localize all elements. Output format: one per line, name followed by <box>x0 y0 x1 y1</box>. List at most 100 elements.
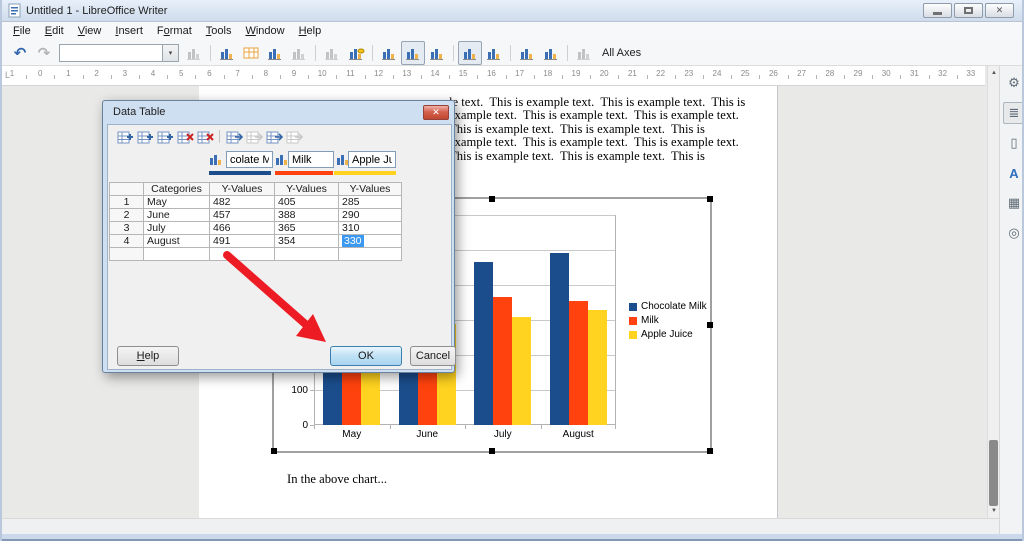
x-axis-icon[interactable] <box>515 41 539 65</box>
horizontal-grids-icon[interactable] <box>263 41 287 65</box>
value-cell[interactable]: 290 <box>338 208 402 222</box>
move-row-up-icon[interactable] <box>266 128 283 145</box>
value-cell[interactable]: 466 <box>209 221 275 235</box>
menu-view[interactable]: View <box>71 23 109 39</box>
data-table-icon[interactable] <box>239 41 263 65</box>
menu-window[interactable]: Window <box>238 23 291 39</box>
y-axis-icon[interactable] <box>539 41 563 65</box>
y-grid-icon[interactable] <box>482 41 506 65</box>
settings-gear-icon[interactable]: ⚙ <box>1003 72 1022 94</box>
row-number[interactable]: 3 <box>109 221 144 235</box>
empty-cell[interactable] <box>143 247 210 261</box>
series-name-input[interactable] <box>226 151 273 168</box>
minimize-button[interactable] <box>923 3 952 18</box>
selection-handle[interactable] <box>489 196 495 202</box>
page-icon[interactable]: ▯ <box>1003 132 1022 154</box>
gallery-icon[interactable]: ▦ <box>1003 192 1022 214</box>
insert-text-column-icon[interactable] <box>157 128 174 145</box>
empty-cell[interactable] <box>209 247 275 261</box>
delete-series-icon[interactable] <box>197 128 214 145</box>
horizontal-scrollbar-strip[interactable] <box>2 518 999 534</box>
chart-caption-text: In the above chart... <box>287 472 388 486</box>
toolbar-separator <box>453 44 454 61</box>
move-series-right-icon <box>246 128 263 145</box>
row-number[interactable]: 1 <box>109 195 144 209</box>
category-cell[interactable]: June <box>143 208 210 222</box>
text-line: example text. This is example text. This… <box>449 108 739 123</box>
text-line: le text. This is example text. This is e… <box>449 95 746 109</box>
navigator-icon[interactable]: ◎ <box>1003 222 1022 244</box>
delete-row-icon[interactable] <box>177 128 194 145</box>
category-cell[interactable]: May <box>143 195 210 209</box>
move-series-left-icon[interactable] <box>226 128 243 145</box>
axes-icon[interactable] <box>377 41 401 65</box>
value-cell[interactable]: 388 <box>274 208 339 222</box>
series-name-input[interactable] <box>288 151 334 168</box>
maximize-button[interactable] <box>954 3 983 18</box>
properties-icon[interactable]: ≣ <box>1003 102 1022 124</box>
insert-row-icon[interactable] <box>117 128 134 145</box>
row-number[interactable]: 2 <box>109 208 144 222</box>
empty-cell[interactable] <box>109 247 144 261</box>
value-cell[interactable]: 482 <box>209 195 275 209</box>
selection-handle[interactable] <box>707 196 713 202</box>
selection-handle[interactable] <box>489 448 495 454</box>
axes-descriptions-icon[interactable] <box>401 40 425 65</box>
value-cell[interactable]: 457 <box>209 208 275 222</box>
empty-cell[interactable] <box>338 247 402 261</box>
selection-handle[interactable] <box>707 448 713 454</box>
format-selection-icon <box>182 41 206 65</box>
combo-dropdown-icon[interactable]: ▾ <box>162 44 178 61</box>
category-cell[interactable]: July <box>143 221 210 235</box>
series-name-input[interactable] <box>348 151 396 168</box>
toolbar-separator <box>567 44 568 61</box>
value-cell[interactable]: 354 <box>274 234 339 248</box>
redo-icon[interactable]: ↷ <box>32 41 56 65</box>
menubar: File Edit View Insert Format Tools Window Help <box>2 22 1022 40</box>
selected-cell-value[interactable]: 330 <box>342 235 364 247</box>
x-grid-icon[interactable] <box>458 40 482 65</box>
series-chart-icon <box>275 153 289 169</box>
help-button[interactable]: Help <box>117 346 179 366</box>
chart-type-icon[interactable] <box>215 41 239 65</box>
axes-titles-icon[interactable] <box>425 41 449 65</box>
row-number[interactable]: 4 <box>109 234 144 248</box>
value-cell[interactable]: 330 <box>338 234 402 248</box>
legend-swatch <box>629 303 637 311</box>
close-window-button[interactable]: ✕ <box>985 3 1014 18</box>
bar-milk-july <box>493 297 513 425</box>
value-cell[interactable]: 405 <box>274 195 339 209</box>
value-cell[interactable]: 310 <box>338 221 402 235</box>
menu-help[interactable]: Help <box>292 23 329 39</box>
titles-icon <box>320 41 344 65</box>
menu-edit[interactable]: Edit <box>38 23 71 39</box>
menu-tools[interactable]: Tools <box>199 23 239 39</box>
application-window: Untitled 1 - LibreOffice Writer ✕ File Ed… <box>0 0 1024 541</box>
chart-element-combo[interactable]: ▾ <box>59 43 179 62</box>
value-cell[interactable]: 285 <box>338 195 402 209</box>
ok-button[interactable]: OK <box>330 346 402 366</box>
empty-cell[interactable] <box>274 247 339 261</box>
legend-icon[interactable] <box>344 41 368 65</box>
menu-insert[interactable]: Insert <box>108 23 150 39</box>
dialog-close-icon[interactable]: ✕ <box>423 105 449 120</box>
ruler-number: 24 <box>712 69 722 78</box>
ruler-number: 21 <box>627 69 637 78</box>
scrollbar-thumb[interactable] <box>989 440 998 506</box>
value-cell[interactable]: 491 <box>209 234 275 248</box>
category-cell[interactable]: August <box>143 234 210 248</box>
vertical-scrollbar[interactable]: ▲ ▼ <box>987 66 999 518</box>
selection-handle[interactable] <box>271 448 277 454</box>
toolbar-separator <box>510 44 511 61</box>
bar-apple-juice-august <box>587 309 607 425</box>
selection-handle[interactable] <box>707 322 713 328</box>
column-header: Categories <box>143 182 210 196</box>
cancel-button[interactable]: Cancel <box>410 346 456 366</box>
character-styles-icon[interactable]: A <box>1003 162 1022 184</box>
undo-icon[interactable]: ↶ <box>8 41 32 65</box>
menu-file[interactable]: File <box>6 23 38 39</box>
menu-format[interactable]: Format <box>150 23 199 39</box>
value-cell[interactable]: 365 <box>274 221 339 235</box>
table-row: 3 July 466 365 310 <box>109 221 402 235</box>
insert-series-icon[interactable] <box>137 128 154 145</box>
